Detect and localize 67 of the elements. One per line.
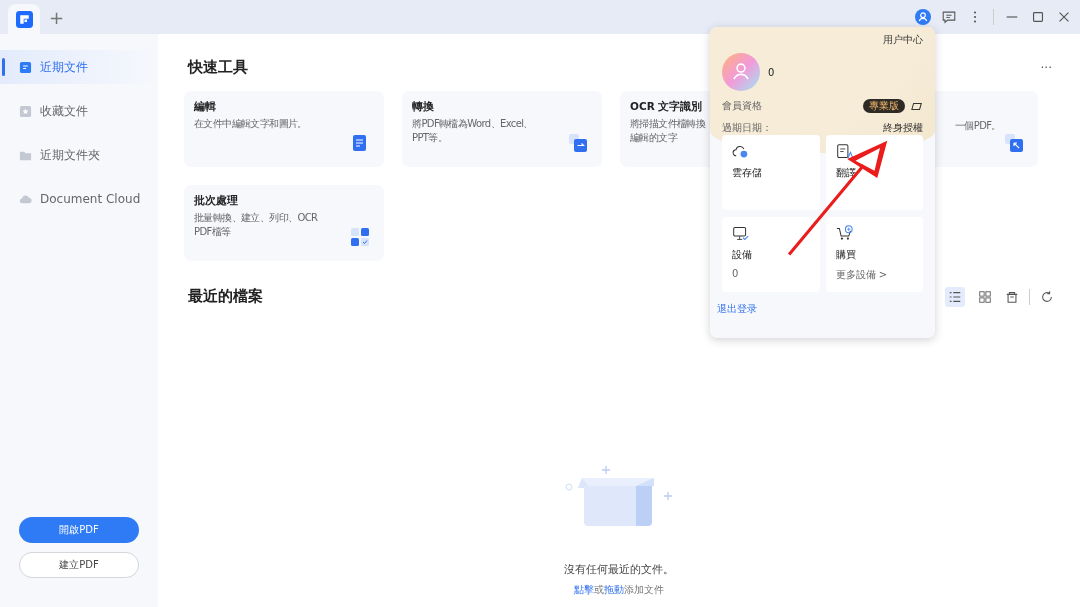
hint-text: 或 xyxy=(594,583,604,597)
card-description: 編輯的文字 xyxy=(630,130,677,144)
user-avatar-icon[interactable] xyxy=(915,9,931,25)
cloud-icon xyxy=(732,143,749,160)
feature-tile[interactable]: 雲存儲 xyxy=(722,135,820,210)
hint-text: 添加文件 xyxy=(624,583,664,597)
convert-tool-icon xyxy=(568,133,588,153)
create-pdf-button[interactable]: 建立PDF xyxy=(19,552,139,578)
switch-icon[interactable] xyxy=(911,100,923,112)
tile-title: 設備 xyxy=(732,248,753,262)
tile-title: 購買 xyxy=(835,248,857,262)
translate-icon xyxy=(835,143,853,160)
sidebar-item[interactable]: Document Cloud xyxy=(0,182,158,216)
user-name: 0 xyxy=(768,66,775,78)
cloud-icon xyxy=(19,192,32,206)
list-view-button[interactable] xyxy=(945,286,965,307)
expiry-value: 終身授權 xyxy=(883,121,923,135)
hint-link[interactable]: 點擊 xyxy=(574,583,594,597)
grid-icon xyxy=(978,289,992,304)
sidebar-item[interactable]: 收藏文件 xyxy=(0,94,158,128)
tile-title: 雲存儲 xyxy=(732,166,763,180)
card-title: 批次處理 xyxy=(194,194,238,208)
maximize-icon[interactable] xyxy=(1030,9,1046,25)
combine-tool-icon xyxy=(1004,133,1024,153)
device-icon xyxy=(732,225,749,242)
section-title: 最近的檔案 xyxy=(188,287,263,306)
pro-badge: 專業版 xyxy=(863,99,905,113)
hint-link[interactable]: 拖動 xyxy=(604,583,624,597)
list-icon xyxy=(948,289,962,304)
tool-card[interactable]: 批次處理 批量轉換、建立、列印、OCR PDF檔等 xyxy=(184,185,384,261)
card-title: 編輯 xyxy=(194,100,216,114)
card-description: 將掃描文件檔轉換 xyxy=(630,117,706,131)
tile-title: 翻譯 xyxy=(835,166,857,180)
tool-card[interactable]: 轉換 將PDF轉檔為Word、Excel、 PPT等。 xyxy=(402,91,602,167)
feature-tile[interactable]: 購買 更多設備 > xyxy=(825,217,923,292)
empty-message: 沒有任何最近的文件。 xyxy=(564,562,674,577)
membership-label: 會員資格 xyxy=(722,99,762,113)
open-pdf-button[interactable]: 開啟PDF xyxy=(19,517,139,543)
message-icon[interactable] xyxy=(941,9,957,25)
card-description: PPT等。 xyxy=(412,130,448,144)
cart-icon xyxy=(835,225,853,242)
feature-tile[interactable]: 翻譯 xyxy=(825,135,923,210)
new-tab-button[interactable]: + xyxy=(49,6,65,28)
avatar-icon xyxy=(722,53,760,91)
app-tab[interactable] xyxy=(8,4,40,34)
card-description: 在文件中編輯文字和圖片。 xyxy=(194,117,307,131)
card-description: PDF檔等 xyxy=(194,224,231,238)
app-logo-icon xyxy=(15,10,33,28)
card-title: 轉換 xyxy=(412,100,434,114)
trash-icon[interactable] xyxy=(1005,289,1019,304)
more-button[interactable]: ··· xyxy=(1040,60,1052,75)
doc-icon xyxy=(19,60,32,74)
expiry-label: 過期日期： xyxy=(722,121,772,135)
section-title: 快速工具 xyxy=(188,58,248,77)
tile-value: 0 xyxy=(732,268,740,279)
user-center-link[interactable]: 用户中心 xyxy=(883,33,923,47)
logout-link[interactable]: 退出登录 xyxy=(717,302,757,316)
more-devices-link[interactable]: 更多設備 > xyxy=(835,268,913,282)
sidebar-item[interactable]: 近期文件夾 xyxy=(0,138,158,172)
card-description: 一個PDF。 xyxy=(955,119,1001,133)
refresh-icon[interactable] xyxy=(1040,289,1054,304)
card-description: 批量轉換、建立、列印、OCR xyxy=(194,211,318,225)
batch-tool-icon xyxy=(350,227,370,247)
card-title: OCR 文字識別 xyxy=(630,100,703,114)
feature-tile[interactable]: 設備 0 xyxy=(722,217,820,292)
tool-card[interactable]: 編輯 在文件中編輯文字和圖片。 xyxy=(184,91,384,167)
card-description: 將PDF轉檔為Word、Excel、 xyxy=(412,117,533,131)
